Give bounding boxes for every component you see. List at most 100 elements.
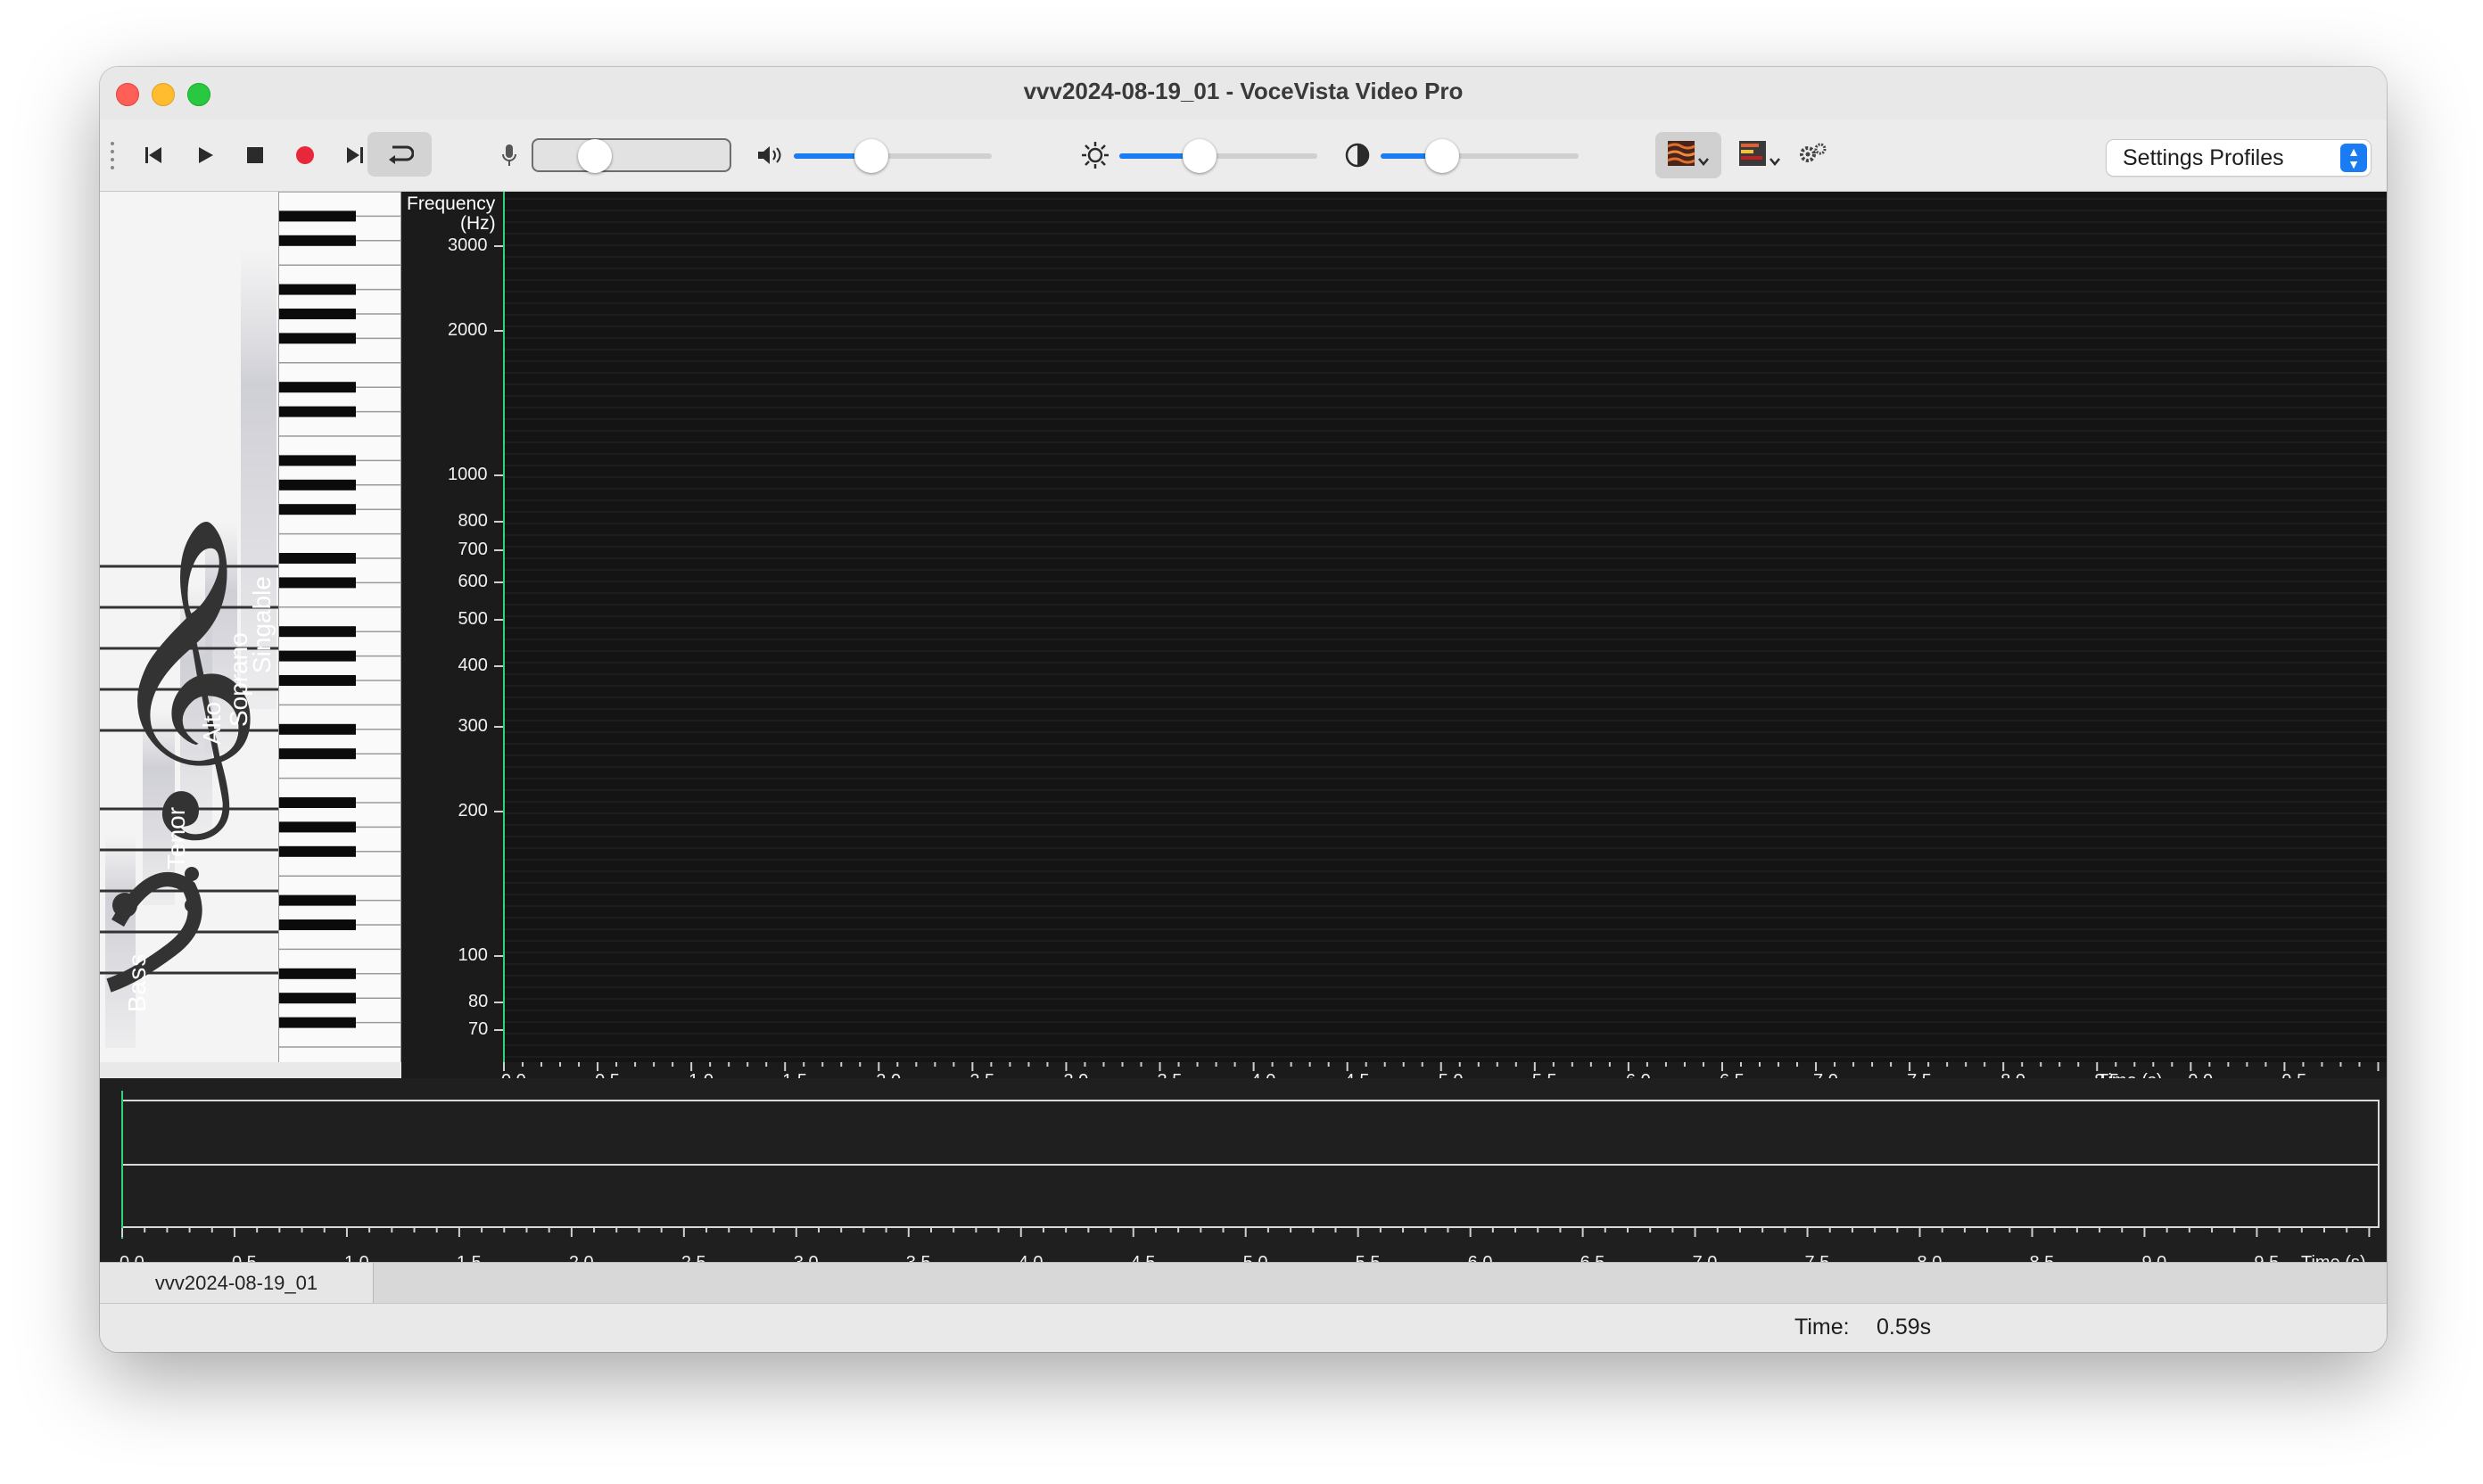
waveform-playhead [121,1091,123,1239]
speaker-volume-icon [753,137,788,173]
y-axis-title: Frequency [407,194,496,214]
y-tick-label: 200 [458,800,488,820]
skip-back-icon [145,147,161,163]
contrast-slider[interactable] [1381,153,1579,159]
black-key [279,406,356,417]
black-key [279,504,356,515]
black-key [279,895,356,906]
y-tick-label: 2000 [448,320,488,341]
black-key [279,626,356,638]
waveform-panel[interactable]: Time (s) 0.00.51.01.52.02.53.03.54.04.55… [100,1078,2387,1283]
title-bar: vvv2024-08-19_01 - VoceVista Video Pro [100,67,2387,120]
loop-button[interactable] [367,132,432,177]
y-tick-mark [494,665,503,668]
spectrogram-view-button[interactable] [1655,132,1721,178]
input-level-meter [532,138,731,172]
stop-button[interactable] [235,137,275,173]
black-key [279,309,356,319]
black-key [279,650,356,662]
black-key [279,382,356,393]
skip-forward-icon [347,147,363,163]
piano-keys-graphic [279,191,400,1048]
play-button[interactable] [186,137,225,173]
spectrogram-plot[interactable] [503,192,2387,1062]
black-key [279,723,356,735]
spectrum-bars-icon [1739,141,1780,166]
black-key [279,455,356,466]
y-tick-mark [494,581,503,583]
y-tick-label: 700 [458,539,488,559]
brightness-slider[interactable] [1119,153,1317,159]
range-label-tenor: Tenor [162,806,190,870]
black-key [279,919,356,930]
y-tick-label: 300 [458,715,488,736]
y-tick-label: 600 [458,571,488,591]
black-key [279,797,356,808]
time-label: Time: [1794,1315,1850,1340]
y-tick-mark [494,1001,503,1003]
y-tick-label: 70 [468,1018,489,1039]
settings-profiles-value: Settings Profiles [2123,145,2284,170]
settings-gears-button[interactable] [1794,137,1830,173]
black-key [279,284,356,295]
waveform-zero-line [121,1164,2380,1166]
volume-slider[interactable] [794,153,992,159]
y-tick-mark [494,330,503,333]
settings-profiles-select[interactable]: Settings Profiles ▲ ▼ [2107,140,2371,176]
toolbar [100,120,2387,192]
gears-icon [1800,143,1827,162]
stop-icon [247,147,263,163]
y-tick-label: 400 [458,655,488,676]
y-tick-mark [494,1028,503,1031]
y-tick-label: 3000 [448,235,488,256]
black-key [279,479,356,491]
black-key [279,333,356,344]
skip-to-start-button[interactable] [134,137,173,173]
spectrogram-color-icon [1667,141,1709,166]
piano-keyboard[interactable] [278,191,401,1062]
black-key [279,845,356,857]
black-key [279,553,356,564]
black-key [279,675,356,686]
black-key [279,210,356,222]
time-value: 0.59s [1877,1315,1932,1340]
volume-slider-knob[interactable] [854,139,888,173]
black-key [279,821,356,833]
y-tick-label: 1000 [448,465,488,485]
contrast-icon [1340,137,1375,173]
record-button[interactable] [285,137,325,173]
range-label-alto: Alto [198,701,226,745]
black-key [279,1017,356,1028]
y-tick-label: 500 [458,609,488,630]
window-title: vvv2024-08-19_01 - VoceVista Video Pro [1023,78,1464,104]
black-key [279,748,356,760]
contrast-slider-knob[interactable] [1425,139,1459,173]
select-chevrons-icon: ▲ ▼ [2340,144,2367,172]
brightness-slider-knob[interactable] [1183,139,1217,173]
y-tick-label: 800 [458,511,488,532]
y-tick-mark [494,548,503,551]
toolbar-grip-icon [109,139,116,171]
y-tick-mark [494,810,503,812]
play-icon [199,147,213,163]
y-tick-mark [494,474,503,477]
y-tick-label: 100 [458,944,488,965]
input-gain-knob[interactable] [578,139,612,173]
app-window: vvv2024-08-19_01 - VoceVista Video Pro S… [100,67,2387,1352]
y-tick-label: 80 [468,991,489,1011]
y-axis-unit: (Hz) [460,213,496,234]
y-tick-mark [494,521,503,524]
black-key [279,993,356,1004]
range-label-bass: Bass [123,952,151,1012]
document-tab[interactable]: vvv2024-08-19_01 [100,1263,374,1304]
y-tick-mark [494,245,503,248]
brightness-icon [1077,137,1113,173]
y-tick-mark [494,954,503,957]
spectrum-view-button[interactable] [1728,132,1791,178]
loop-icon [389,145,414,164]
y-tick-mark [494,619,503,622]
black-key [279,577,356,589]
document-tab-bar: vvv2024-08-19_01 [100,1262,2387,1304]
y-tick-mark [494,725,503,728]
record-icon [296,146,314,164]
